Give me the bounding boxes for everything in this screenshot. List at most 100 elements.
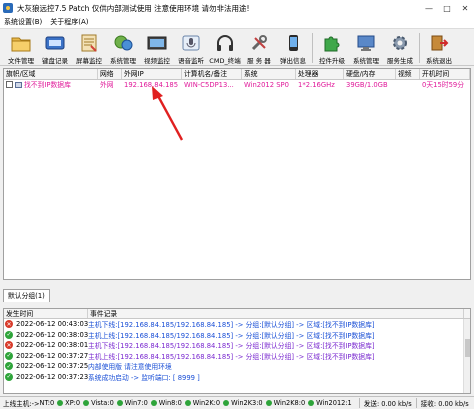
check-icon bbox=[308, 400, 315, 406]
log-time: 2022-06-12 00:37:23 bbox=[16, 372, 89, 381]
toolbar: 文件管理 键盘记录 屏幕监控 系统管理 视频监控 语音监听 CMD_终端 服 务… bbox=[0, 30, 474, 66]
log-row[interactable]: ✓ 2022-06-12 00:37:23 系统成功启动 -> 监听端口: [ 8… bbox=[4, 372, 470, 383]
log-row[interactable]: ✕ 2022-06-12 00:38:01 主机下线:[192.168.84.18… bbox=[4, 340, 470, 351]
col-os[interactable]: 系统 bbox=[242, 69, 296, 79]
audio-listen-button[interactable]: 语音监听 bbox=[174, 30, 208, 66]
scrollbar-thumb[interactable] bbox=[465, 339, 470, 357]
log-event: 主机下线:[192.168.84.185/192.168.84.185] -> … bbox=[88, 342, 375, 351]
host-os: Win2012 SP0 bbox=[244, 81, 289, 89]
menu-about[interactable]: 关于程序(A) bbox=[50, 17, 88, 27]
toolbar-separator bbox=[312, 33, 313, 63]
tool-label: CMD_终端 bbox=[209, 57, 241, 65]
col-region[interactable]: 旗帜/区域 bbox=[4, 69, 98, 79]
recv-rate: 接收: 0.00 kb/s bbox=[420, 400, 469, 408]
keylogger-button[interactable]: 键盘记录 bbox=[38, 30, 72, 66]
exit-button[interactable]: 系统退出 bbox=[422, 30, 456, 66]
log-event: 内部使用版 请注意使用环境 bbox=[88, 363, 172, 372]
popup-message-button[interactable]: 弹出信息 bbox=[276, 30, 310, 66]
title-bar: 大灰狼远控7.5 Patch 仅供内部测试使用 注意使用环境 请勿非法用途! —… bbox=[0, 0, 474, 16]
status-online-prefix: 上线主机:-> bbox=[3, 400, 40, 408]
menu-system-settings[interactable]: 系统设置(B) bbox=[4, 17, 42, 27]
computer-icon bbox=[15, 82, 22, 88]
log-row[interactable]: ✕ 2022-06-12 00:43:03 主机下线:[192.168.84.18… bbox=[4, 319, 470, 330]
folder-icon bbox=[11, 33, 31, 53]
host-list-header: 旗帜/区域 网络 外网IP 计算机名/备注 系统 处理器 硬盘/内存 视频 开机… bbox=[4, 69, 470, 80]
col-computer[interactable]: 计算机名/备注 bbox=[182, 69, 242, 79]
window-controls: — □ ✕ bbox=[420, 0, 474, 16]
log-row[interactable]: ✓ 2022-06-12 00:37:25 内部使用版 请注意使用环境 bbox=[4, 361, 470, 372]
plugin-upgrade-button[interactable]: 控件升级 bbox=[315, 30, 349, 66]
os-count-label: Vista:0 bbox=[91, 399, 114, 407]
status-bar: 上线主机:-> NT:0 XP:0 Vista:0 Win7:0 Win8:0 … bbox=[0, 396, 474, 409]
host-ip: 192.168.84.185 bbox=[124, 81, 179, 89]
video-camera-icon bbox=[147, 33, 167, 53]
tool-label: 视频监控 bbox=[144, 57, 170, 65]
success-status-icon: ✓ bbox=[5, 362, 13, 371]
log-time: 2022-06-12 00:38:01 bbox=[16, 341, 89, 350]
exit-icon bbox=[429, 33, 449, 53]
host-region: 找不到IP数据库 bbox=[24, 81, 71, 89]
video-monitor-button[interactable]: 视频监控 bbox=[140, 30, 174, 66]
tool-label: 语音监听 bbox=[178, 57, 204, 65]
gear-icon bbox=[390, 33, 410, 53]
tool-label: 屏幕监控 bbox=[76, 57, 102, 65]
log-event: 系统成功启动 -> 监听端口: [ 8999 ] bbox=[88, 373, 200, 382]
col-network[interactable]: 网络 bbox=[98, 69, 122, 79]
col-video[interactable]: 视频 bbox=[396, 69, 420, 79]
check-icon bbox=[265, 400, 272, 406]
col-time[interactable]: 发生时间 bbox=[4, 309, 88, 318]
keyboard-icon bbox=[45, 33, 65, 53]
error-status-icon: ✕ bbox=[5, 320, 13, 329]
check-icon bbox=[223, 400, 230, 406]
system-manage-button[interactable]: 系统管理 bbox=[349, 30, 383, 66]
log-row[interactable]: ✓ 2022-06-12 00:38:03 主机上线:[192.168.84.18… bbox=[4, 330, 470, 341]
log-time: 2022-06-12 00:43:03 bbox=[16, 320, 89, 329]
log-time: 2022-06-12 00:38:03 bbox=[16, 330, 89, 339]
col-cpu[interactable]: 处理器 bbox=[296, 69, 344, 79]
puzzle-icon bbox=[322, 33, 342, 53]
host-uptime: 0天15时59分 bbox=[422, 81, 465, 89]
tools-icon bbox=[249, 33, 269, 53]
log-row[interactable]: ✓ 2022-06-12 00:37:27 主机上线:[192.168.84.18… bbox=[4, 351, 470, 362]
check-icon bbox=[57, 400, 64, 406]
log-time: 2022-06-12 00:37:27 bbox=[16, 351, 89, 360]
group-tabs: 默认分组(1) bbox=[3, 289, 50, 302]
maximize-button[interactable]: □ bbox=[438, 0, 456, 16]
build-server-button[interactable]: 服务生成 bbox=[383, 30, 417, 66]
close-button[interactable]: ✕ bbox=[456, 0, 474, 16]
host-cpu: 1*2.16GHz bbox=[298, 81, 335, 89]
file-manager-button[interactable]: 文件管理 bbox=[4, 30, 38, 66]
tool-label: 键盘记录 bbox=[42, 57, 68, 65]
screen-monitor-icon bbox=[79, 33, 99, 53]
menu-bar: 系统设置(B) 关于程序(A) bbox=[0, 16, 474, 29]
cmd-terminal-button[interactable]: CMD_终端 bbox=[208, 30, 242, 66]
host-video bbox=[396, 80, 420, 91]
event-log-header: 发生时间 事件记录 bbox=[4, 309, 470, 319]
send-rate: 发送: 0.00 kb/s bbox=[363, 400, 412, 408]
check-icon bbox=[150, 400, 157, 406]
host-list: 旗帜/区域 网络 外网IP 计算机名/备注 系统 处理器 硬盘/内存 视频 开机… bbox=[3, 68, 471, 280]
col-uptime[interactable]: 开机时间 bbox=[420, 69, 470, 79]
col-disk-mem[interactable]: 硬盘/内存 bbox=[344, 69, 396, 79]
os-count-label: NT:0 bbox=[39, 399, 55, 407]
log-scrollbar[interactable] bbox=[463, 319, 470, 393]
headphones-icon bbox=[215, 33, 235, 53]
host-computer-name: WIN-C5DP13... bbox=[184, 81, 234, 89]
os-count-label: Win2012:1 bbox=[316, 399, 352, 407]
tab-default-group[interactable]: 默认分组(1) bbox=[3, 289, 50, 302]
screen-monitor-button[interactable]: 屏幕监控 bbox=[72, 30, 106, 66]
success-status-icon: ✓ bbox=[5, 372, 13, 381]
minimize-button[interactable]: — bbox=[420, 0, 438, 16]
status-divider bbox=[358, 398, 360, 408]
host-row[interactable]: 找不到IP数据库 外网 192.168.84.185 WIN-C5DP13...… bbox=[4, 80, 470, 91]
status-divider bbox=[415, 398, 417, 408]
server-button[interactable]: 服 务 器 bbox=[242, 30, 276, 66]
os-count-label: Win2K8:0 bbox=[273, 399, 306, 407]
host-disk-mem: 39GB/1.0GB bbox=[346, 81, 388, 89]
log-event: 主机下线:[192.168.84.185/192.168.84.185] -> … bbox=[88, 321, 375, 330]
host-checkbox[interactable] bbox=[6, 81, 13, 88]
system-manager-button[interactable]: 系统管理 bbox=[106, 30, 140, 66]
col-event[interactable]: 事件记录 bbox=[88, 309, 464, 318]
tool-label: 服 务 器 bbox=[247, 57, 271, 65]
col-ip[interactable]: 外网IP bbox=[122, 69, 182, 79]
